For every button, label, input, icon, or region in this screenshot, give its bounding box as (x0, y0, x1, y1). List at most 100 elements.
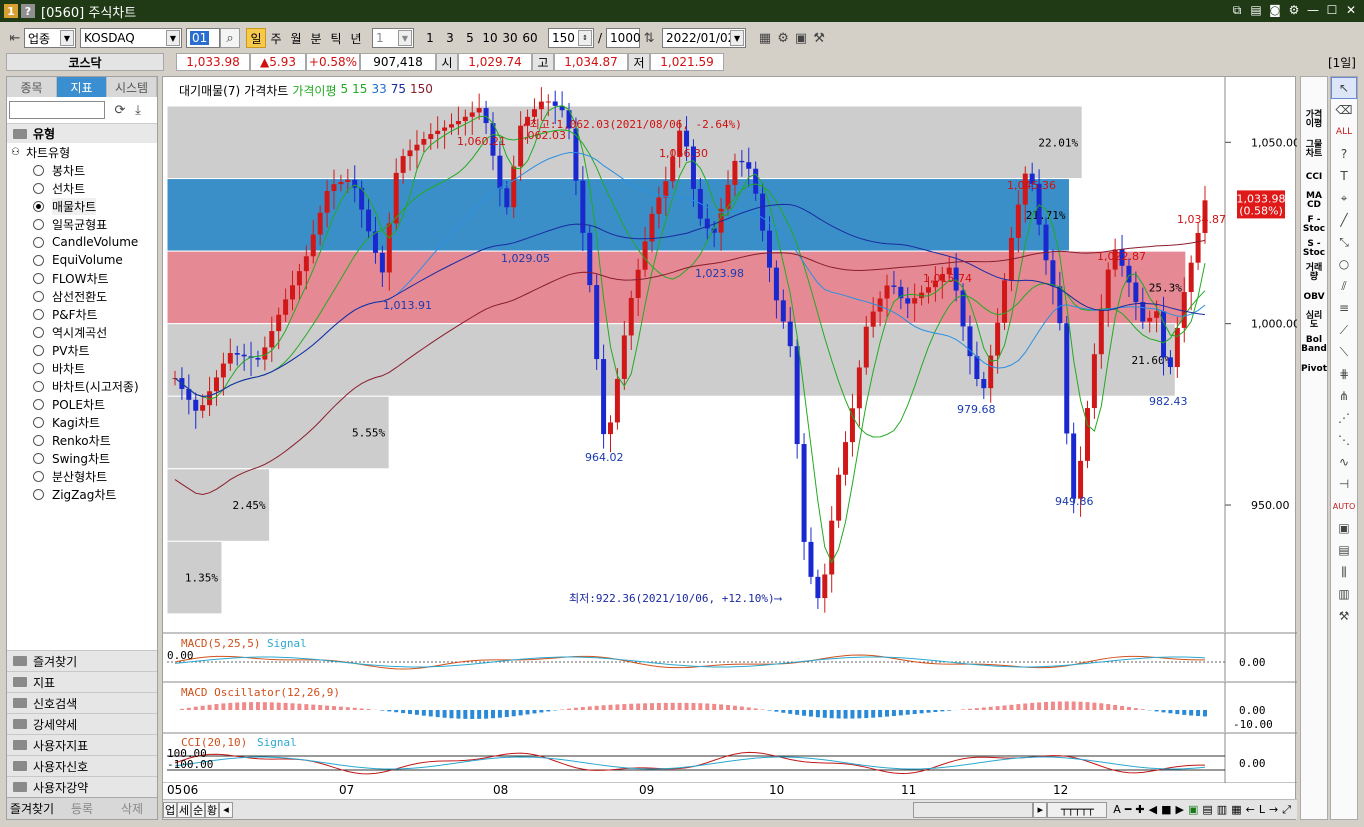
eraser-icon[interactable]: ⌫ (1331, 99, 1357, 121)
bottom-tab-2[interactable]: 세 (177, 801, 191, 818)
chart-type-item[interactable]: P&F차트 (11, 305, 157, 323)
stepper-icon[interactable]: ⇕ (578, 30, 592, 46)
close-icon[interactable]: ✕ (1344, 3, 1358, 17)
camera-icon[interactable]: ◙ (1268, 3, 1282, 17)
period-year[interactable]: 년 (346, 28, 366, 48)
indicator-shortcut[interactable]: 가격 이평 (1301, 105, 1327, 135)
radio-icon[interactable] (33, 290, 44, 302)
indicator-shortcut[interactable]: CCI (1301, 165, 1327, 189)
interval-60[interactable]: 60 (520, 28, 540, 48)
radio-icon[interactable] (33, 398, 44, 410)
gann-icon[interactable]: ⋔ (1331, 385, 1357, 407)
chart-canvas[interactable]: 22.01%21.71%25.3%21.60%5.55%2.45%1.35%1,… (163, 77, 1297, 783)
interval-10[interactable]: 10 (480, 28, 500, 48)
radio-icon[interactable] (33, 164, 44, 176)
indicator-shortcut[interactable]: MA CD (1301, 189, 1327, 213)
circle-tool-icon[interactable]: ○ (1331, 253, 1357, 275)
arrow-line-icon[interactable]: ⟍ (1331, 341, 1357, 363)
radio-icon[interactable] (33, 380, 44, 392)
rewind-icon[interactable]: ◀ (1149, 803, 1157, 817)
legend-item[interactable]: 33 (371, 82, 386, 99)
interval-5[interactable]: 5 (460, 28, 480, 48)
radio-icon[interactable] (33, 254, 44, 266)
stop-icon[interactable]: ■ (1161, 803, 1171, 817)
chart-settings-icon[interactable]: ▦ (756, 28, 774, 48)
trendline-icon[interactable]: ╱ (1331, 209, 1357, 231)
chart-type-item[interactable]: 역시계곡선 (11, 323, 157, 341)
radio-icon[interactable] (33, 308, 44, 320)
legend-item[interactable]: 5 (341, 82, 349, 99)
chart-type-item[interactable]: 봉차트 (11, 161, 157, 179)
download-icon[interactable]: ⤓ (129, 100, 147, 120)
chart-type-item[interactable]: Swing차트 (11, 449, 157, 467)
zoom-slider[interactable]: ┬┬┬┬┬ (1047, 801, 1108, 818)
chart-type-item[interactable]: FLOW차트 (11, 269, 157, 287)
text-tool-icon[interactable]: T (1331, 165, 1357, 187)
question-icon[interactable]: ? (1331, 143, 1357, 165)
tab-indicator[interactable]: 지표 (57, 77, 107, 97)
horizontal-scrollbar[interactable] (913, 801, 1034, 818)
bottom-tab-3[interactable]: 순 (191, 801, 205, 818)
left-section-item[interactable]: 사용자신호 (7, 755, 157, 776)
measure-icon[interactable]: ⤡ (1331, 231, 1357, 253)
legend-item[interactable]: 15 (352, 82, 367, 99)
radio-icon[interactable] (33, 236, 44, 248)
indicator-shortcut[interactable]: Pivot (1301, 357, 1327, 381)
settings-icon[interactable]: ⚙ (1287, 3, 1301, 17)
scroll-right-icon[interactable]: ▸ (1033, 801, 1048, 818)
fan-icon[interactable]: ⋰ (1331, 407, 1357, 429)
interval-select[interactable]: 1 ▼ (372, 28, 414, 48)
save-icon[interactable]: ▣ (792, 28, 810, 48)
legend-item[interactable]: 가격차트 (244, 82, 288, 99)
interval-3[interactable]: 3 (440, 28, 460, 48)
market-select[interactable]: KOSDAQ ▼ (80, 28, 182, 48)
chart-type-item[interactable]: 삼선전환도 (11, 287, 157, 305)
period-week[interactable]: 주 (266, 28, 286, 48)
tree-node-chart-type[interactable]: ⚇ 차트유형 (11, 143, 157, 161)
indicator-shortcut[interactable]: S - Stoc (1301, 237, 1327, 261)
chart-type-item[interactable]: POLE차트 (11, 395, 157, 413)
link-icon[interactable]: ⧉ (1230, 3, 1244, 17)
radio-icon[interactable] (33, 182, 44, 194)
window-number-badge[interactable]: 1 (4, 4, 18, 18)
left-section-item[interactable]: 사용자강약 (7, 776, 157, 797)
crosshair-icon[interactable]: ⌖ (1331, 187, 1357, 209)
chart-type-item[interactable]: Kagi차트 (11, 413, 157, 431)
auto-line-icon[interactable]: AUTO (1331, 495, 1357, 517)
minimize-icon[interactable]: — (1306, 3, 1320, 17)
cursor-icon[interactable]: ↖ (1331, 77, 1357, 99)
chart-type-item[interactable]: Renko차트 (11, 431, 157, 449)
radio-icon[interactable] (33, 218, 44, 230)
fibonacci-icon[interactable]: ⋕ (1331, 363, 1357, 385)
chart-type-item[interactable]: ZigZag차트 (11, 485, 157, 503)
window-icon[interactable]: ▣ (1331, 517, 1357, 539)
chart-type-item[interactable]: 바차트(시고저종) (11, 377, 157, 395)
radio-icon[interactable] (33, 362, 44, 374)
ray-icon[interactable]: ⟋ (1331, 319, 1357, 341)
last-icon[interactable]: L (1259, 803, 1265, 817)
zoom-out-icon[interactable]: ━ (1125, 803, 1132, 817)
indicator-shortcut[interactable]: 거래 량 (1301, 261, 1327, 285)
radio-icon[interactable] (33, 434, 44, 446)
radio-icon[interactable] (33, 200, 44, 212)
bottom-tab-4[interactable]: 황 (205, 801, 219, 818)
indicator-shortcut[interactable]: 그물 차트 (1301, 135, 1327, 165)
back-arrow-icon[interactable]: ← (1246, 803, 1255, 817)
period-line-icon[interactable]: ⊣ (1331, 473, 1357, 495)
total-input[interactable]: 1000 (606, 28, 641, 48)
scroll-left-icon[interactable]: ◂ (219, 801, 233, 818)
wave-icon[interactable]: ∿ (1331, 451, 1357, 473)
parallel-icon[interactable]: ≡ (1331, 297, 1357, 319)
copy-window-icon[interactable]: ▤ (1249, 3, 1263, 17)
compare-icon[interactable]: ⫼ (1331, 561, 1357, 583)
legend-item[interactable]: 대기매물(7) (179, 82, 240, 99)
legend-item[interactable]: 75 (391, 82, 406, 99)
search-icon[interactable]: ⌕ (220, 28, 240, 48)
section-type[interactable]: 유형 (7, 123, 157, 143)
footer-register[interactable]: 등록 (57, 800, 107, 817)
chart-type-item[interactable]: EquiVolume (11, 251, 157, 269)
pitchfork-icon[interactable]: ⋱ (1331, 429, 1357, 451)
maximize-icon[interactable]: ☐ (1325, 3, 1339, 17)
chart-type-item[interactable]: CandleVolume (11, 233, 157, 251)
radio-icon[interactable] (33, 488, 44, 500)
